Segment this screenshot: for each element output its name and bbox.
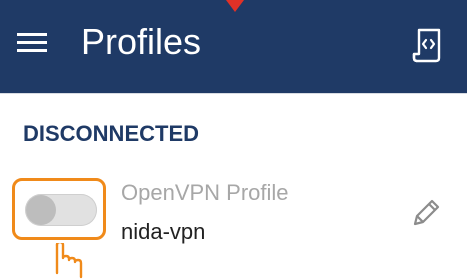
- pencil-icon[interactable]: [409, 196, 443, 230]
- menu-icon[interactable]: [17, 30, 47, 54]
- app-header: [0, 0, 467, 93]
- import-profile-icon[interactable]: [411, 27, 445, 63]
- header-divider: [0, 93, 467, 94]
- page-title: Profiles: [81, 21, 202, 62]
- hand-pointer-icon: [55, 243, 83, 279]
- profile-type: OpenVPN Profile: [121, 180, 289, 205]
- toggle-knob[interactable]: [26, 195, 56, 225]
- pointer-arrow-icon: [226, 0, 244, 12]
- connection-status: DISCONNECTED: [23, 121, 200, 146]
- profile-name[interactable]: nida-vpn: [121, 218, 205, 246]
